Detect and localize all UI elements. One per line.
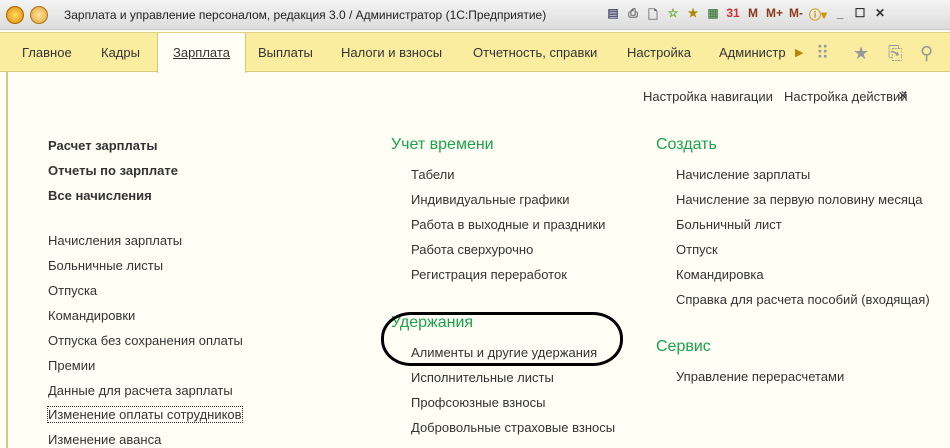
memory-m-button[interactable]: M [746, 6, 760, 27]
tab-hr[interactable]: Кадры [101, 33, 140, 72]
title-bar: Зарплата и управление персоналом, редакц… [0, 0, 950, 30]
tab-administration[interactable]: Администр [719, 33, 791, 72]
middle-item[interactable]: Работа в выходные и праздники [411, 217, 605, 232]
history-icon[interactable]: ⎘ [888, 43, 902, 64]
right-item[interactable]: Отпуск [676, 242, 718, 257]
preview-icon[interactable]: 🗋 [646, 6, 660, 27]
left-item[interactable]: Премии [48, 358, 95, 373]
section-panel: Главное Кадры Зарплата Выплаты Налоги и … [0, 32, 950, 73]
search-icon[interactable]: ⚲ [920, 43, 933, 64]
tab-main[interactable]: Главное [22, 33, 72, 72]
memory-minus-button[interactable]: M- [789, 6, 803, 27]
memory-plus-button[interactable]: M+ [766, 6, 783, 27]
middle-item[interactable]: Профсоюзные взносы [411, 395, 545, 410]
service-header: Сервис [656, 338, 711, 355]
window-title: Зарплата и управление персоналом, редакц… [64, 8, 547, 22]
left-item[interactable]: Отпуска [48, 283, 97, 298]
info-icon[interactable]: ⓘ▾ [809, 6, 827, 27]
favorites-star-icon[interactable]: ★ [853, 43, 869, 64]
1c-logo-icon[interactable] [6, 6, 24, 24]
all-functions-icon[interactable]: ⠿ [816, 43, 829, 64]
middle-item[interactable]: Исполнительные листы [411, 370, 554, 385]
create-header: Создать [656, 136, 717, 153]
left-item[interactable]: Изменение оплаты сотрудников [47, 406, 243, 423]
middle-item[interactable]: Индивидуальные графики [411, 192, 570, 207]
tab-taxes[interactable]: Налоги и взносы [341, 33, 442, 72]
left-item[interactable]: Данные для расчета зарплаты [48, 383, 233, 398]
favorite-add-icon[interactable]: ☆ [666, 6, 680, 27]
right-item[interactable]: Начисление за первую половину месяца [676, 192, 923, 207]
left-item[interactable]: Больничные листы [48, 258, 163, 273]
middle-item[interactable]: Добровольные страховые взносы [411, 420, 615, 435]
tab-payments[interactable]: Выплаты [258, 33, 313, 72]
left-bold-item[interactable]: Все начисления [48, 188, 152, 203]
minimize-icon[interactable]: _ [833, 6, 847, 27]
tab-salary[interactable]: Зарплата [157, 33, 246, 73]
left-bold-item[interactable]: Отчеты по зарплате [48, 163, 178, 178]
close-window-icon[interactable]: ✕ [873, 6, 887, 27]
right-item[interactable]: Справка для расчета пособий (входящая) [676, 292, 930, 307]
right-item[interactable]: Управление перерасчетами [676, 369, 844, 384]
time-tracking-header: Учет времени [391, 136, 494, 153]
left-item[interactable]: Командировки [48, 308, 135, 323]
tab-settings[interactable]: Настройка [627, 33, 691, 72]
main-menu-icon[interactable] [30, 6, 48, 24]
calendar-icon[interactable]: 31 [726, 6, 740, 27]
left-bold-item[interactable]: Расчет зарплаты [48, 138, 157, 153]
left-item[interactable]: Отпуска без сохранения оплаты [48, 333, 243, 348]
maximize-icon[interactable]: ☐ [853, 6, 867, 27]
middle-item[interactable]: Регистрация переработок [411, 267, 567, 282]
calculator-icon[interactable]: ▦ [706, 6, 720, 27]
right-item[interactable]: Командировка [676, 267, 764, 282]
save-icon[interactable]: ▤ [606, 6, 620, 27]
left-item[interactable]: Начисления зарплаты [48, 233, 182, 248]
right-item[interactable]: Начисление зарплаты [676, 167, 810, 182]
left-item[interactable]: Изменение аванса [48, 432, 161, 447]
middle-item[interactable]: Табели [411, 167, 455, 182]
close-icon[interactable]: × [898, 86, 908, 106]
tab-reports[interactable]: Отчетность, справки [473, 33, 597, 72]
favorites-icon[interactable]: ★ [686, 6, 700, 27]
print-icon[interactable]: ⎙ [626, 6, 640, 27]
navigation-settings-link[interactable]: Настройка навигации [643, 89, 773, 104]
right-item[interactable]: Больничный лист [676, 217, 782, 232]
middle-item[interactable]: Работа сверхурочно [411, 242, 533, 257]
scroll-right-icon[interactable]: ▶ [795, 46, 803, 59]
middle-item[interactable]: Алименты и другие удержания [411, 345, 597, 360]
action-settings-link[interactable]: Настройка действий [784, 89, 908, 104]
deductions-header: Удержания [391, 314, 474, 331]
